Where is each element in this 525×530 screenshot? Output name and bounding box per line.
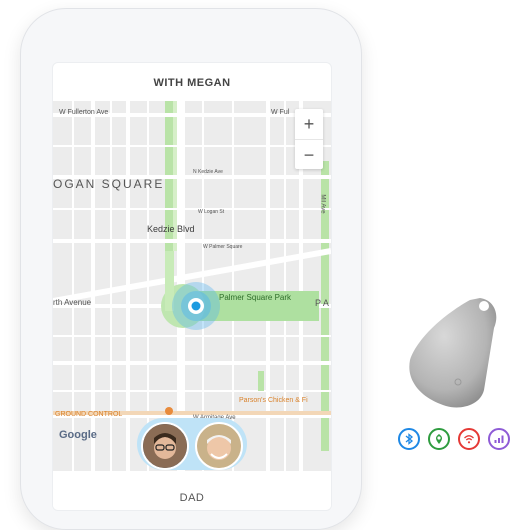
park-label: Palmer Square Park (218, 293, 292, 302)
wifi-icon (458, 428, 480, 450)
tracker-device (398, 294, 508, 414)
page-title: WITH MEGAN (153, 77, 231, 89)
location-pin-icon (428, 428, 450, 450)
family-avatars[interactable] (137, 418, 247, 470)
face-icon (143, 424, 187, 468)
street-label: rth Avenue (53, 298, 92, 307)
place-label: GROUND CONTROL (55, 411, 123, 418)
signal-icon (488, 428, 510, 450)
neighborhood-label: OGAN SQUARE (53, 177, 165, 191)
google-attribution: Google (59, 429, 97, 441)
map-view[interactable]: + − W Fullerton Ave W Ful OGAN SQUARE N … (53, 101, 331, 471)
footer: DAD (53, 471, 331, 510)
place-label: Parson's Chicken & Fi (239, 397, 308, 404)
map-letters: P A (315, 298, 329, 308)
zoom-in-button[interactable]: + (295, 109, 323, 139)
zoom-out-button[interactable]: − (295, 139, 323, 170)
street-label: N Kedzie Ave (193, 169, 223, 175)
street-label: W Fullerton Ave (59, 109, 109, 116)
app-screen: WITH MEGAN + − W Fullerton Ave W Ful OGA… (52, 62, 332, 511)
bluetooth-icon (398, 428, 420, 450)
street-label: W Ful (271, 109, 290, 116)
street-label: Kedzie Blvd (147, 224, 195, 234)
face-icon (197, 424, 241, 468)
avatar-megan[interactable] (141, 422, 189, 470)
street-label: W Logan St (198, 209, 225, 215)
street-label: Mil Ave (319, 194, 326, 214)
street-label: W Palmer Square (203, 244, 243, 250)
person-label: DAD (179, 492, 205, 504)
avatar-dad[interactable] (195, 422, 243, 470)
zoom-controls: + − (295, 109, 323, 169)
